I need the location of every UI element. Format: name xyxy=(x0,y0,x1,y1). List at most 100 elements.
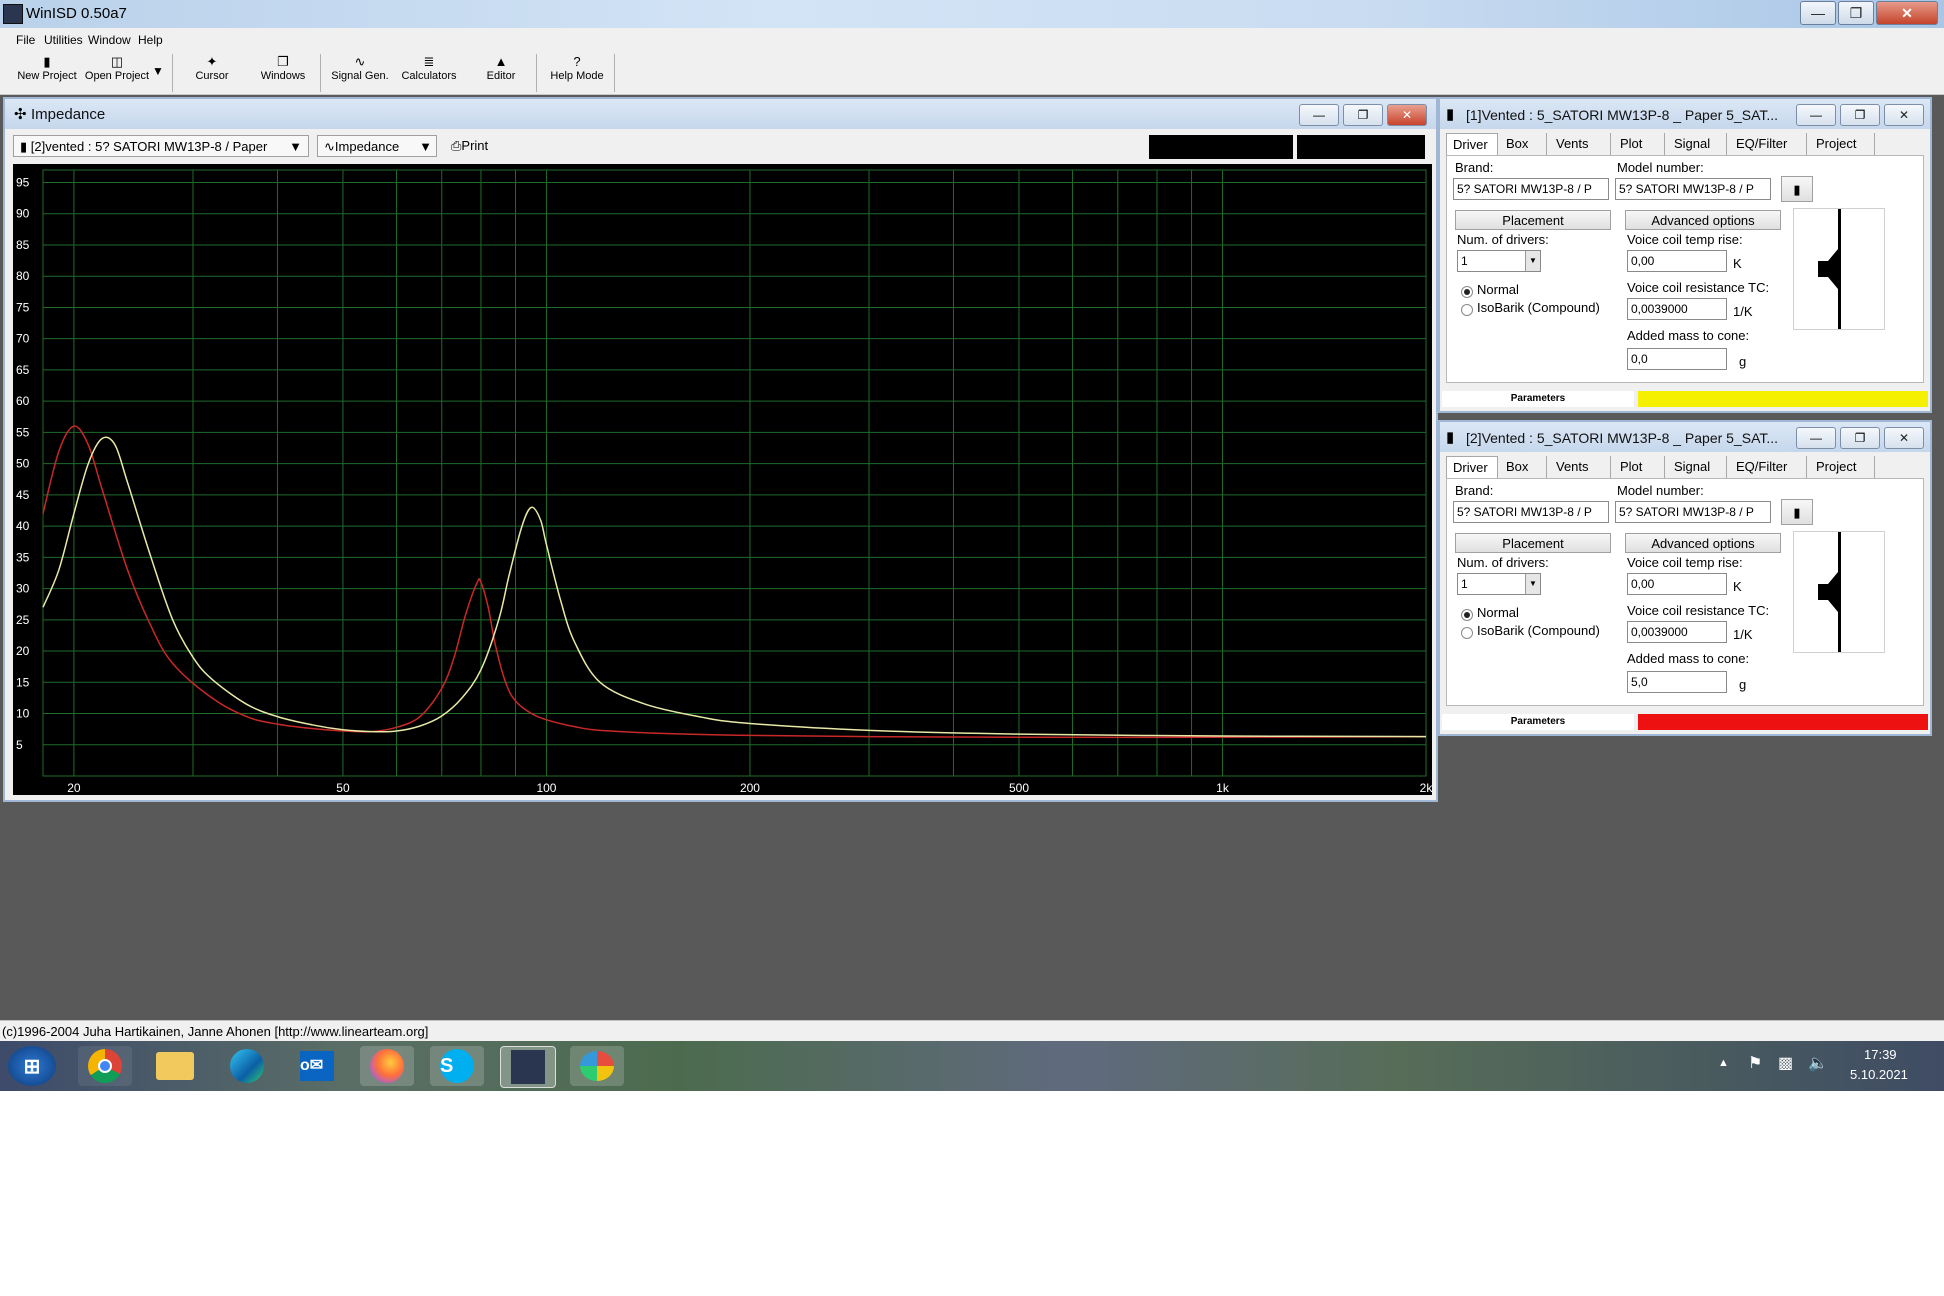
brand-label: Brand: xyxy=(1455,483,1494,498)
brand-field[interactable]: 5? SATORI MW13P-8 / P xyxy=(1453,178,1609,200)
driver-panel-1: ▮ [1]Vented : 5_SATORI MW13P-8 _ Paper 5_… xyxy=(1438,97,1932,413)
plot-toolbar: ▮ [2]vented : 5? SATORI MW13P-8 / Paper … xyxy=(11,133,1430,159)
tab-plot[interactable]: Plot xyxy=(1614,456,1665,478)
project-color-swatch[interactable] xyxy=(1638,391,1928,407)
vc-tc-label: Voice coil resistance TC: xyxy=(1627,280,1770,295)
vc-tc-unit: 1/K xyxy=(1733,304,1753,319)
project-select[interactable]: ▮ [2]vented : 5? SATORI MW13P-8 / Paper … xyxy=(13,135,309,157)
help-mode-button[interactable]: ? Help Mode xyxy=(544,54,610,92)
driver-editor-button[interactable]: ▮ xyxy=(1781,176,1813,202)
cursor-button[interactable]: ✦ Cursor xyxy=(186,54,238,92)
tab-vents[interactable]: Vents xyxy=(1550,133,1611,155)
vc-tc-unit: 1/K xyxy=(1733,627,1753,642)
panel-minimize-button[interactable]: — xyxy=(1796,104,1836,126)
menu-utilities[interactable]: Utilities xyxy=(44,33,83,47)
tab-box[interactable]: Box xyxy=(1500,133,1547,155)
file-explorer-taskbar-icon[interactable] xyxy=(148,1046,202,1086)
copyright-text: (c)1996-2004 Juha Hartikainen, Janne Aho… xyxy=(2,1024,429,1039)
minimize-button[interactable]: — xyxy=(1800,1,1836,25)
network-icon[interactable]: ▩ xyxy=(1778,1053,1793,1073)
cursor-readout-2 xyxy=(1297,135,1425,159)
vc-tc-field[interactable]: 0,0039000 xyxy=(1627,298,1727,320)
added-mass-field[interactable]: 5,0 xyxy=(1627,671,1727,693)
tab-project[interactable]: Project xyxy=(1810,456,1875,478)
clock-time[interactable]: 17:39 xyxy=(1864,1047,1897,1062)
impedance-minimize-button[interactable]: — xyxy=(1299,104,1339,126)
plot-type-select[interactable]: ∿Impedance ▼ xyxy=(317,135,437,157)
panel-restore-button[interactable]: ❐ xyxy=(1840,104,1880,126)
y-tick-label: 50 xyxy=(16,457,30,471)
isobarik-radio[interactable] xyxy=(1461,304,1473,316)
x-tick-label: 500 xyxy=(1009,781,1029,795)
menu-window[interactable]: Window xyxy=(88,33,131,47)
tab-vents[interactable]: Vents xyxy=(1550,456,1611,478)
skype-taskbar-icon[interactable]: S xyxy=(430,1046,484,1086)
model-field[interactable]: 5? SATORI MW13P-8 / P xyxy=(1615,178,1771,200)
windows-button[interactable]: ❐ Windows xyxy=(254,54,312,92)
panel-close-button[interactable]: ✕ xyxy=(1884,104,1924,126)
firefox-taskbar-icon[interactable] xyxy=(360,1046,414,1086)
clock-date[interactable]: 5.10.2021 xyxy=(1850,1067,1908,1082)
edge-taskbar-icon[interactable] xyxy=(220,1046,274,1086)
tab-eq-filter[interactable]: EQ/Filter xyxy=(1730,456,1807,478)
impedance-restore-button[interactable]: ❐ xyxy=(1343,104,1383,126)
signal-gen-button[interactable]: ∿ Signal Gen. xyxy=(328,54,392,92)
normal-radio[interactable] xyxy=(1461,609,1473,621)
impedance-chart[interactable]: 95 90 85 80 75 70 65 60 55 50 45 40 35 30 25 20 15 10 5 20 5… xyxy=(13,164,1433,795)
x-tick-label: 2k xyxy=(1420,781,1432,795)
num-drivers-select[interactable]: 1 ▼ xyxy=(1457,250,1541,272)
tab-project[interactable]: Project xyxy=(1810,133,1875,155)
menu-file[interactable]: File xyxy=(16,33,35,47)
panel-minimize-button[interactable]: — xyxy=(1796,427,1836,449)
editor-button[interactable]: ▲ Editor xyxy=(476,54,526,92)
app-title: WinISD 0.50a7 xyxy=(26,5,127,22)
close-button[interactable]: ✕ xyxy=(1876,1,1938,25)
menu-help[interactable]: Help xyxy=(138,33,163,47)
vc-tc-field[interactable]: 0,0039000 xyxy=(1627,621,1727,643)
num-drivers-select[interactable]: 1 ▼ xyxy=(1457,573,1541,595)
chevron-down-icon: ▼ xyxy=(289,139,302,154)
action-center-flag-icon[interactable]: ⚑ xyxy=(1748,1053,1762,1073)
show-hidden-icons-icon[interactable]: ▲ xyxy=(1718,1057,1729,1069)
added-mass-label: Added mass to cone: xyxy=(1627,328,1750,343)
plot-frame xyxy=(42,169,1427,777)
open-project-button[interactable]: ◫ Open Project xyxy=(82,54,152,92)
impedance-close-button[interactable]: ✕ xyxy=(1387,104,1427,126)
panel-close-button[interactable]: ✕ xyxy=(1884,427,1924,449)
paint-taskbar-icon[interactable] xyxy=(570,1046,624,1086)
start-button[interactable]: ⊞ xyxy=(8,1046,56,1086)
panel-restore-button[interactable]: ❐ xyxy=(1840,427,1880,449)
model-label: Model number: xyxy=(1617,160,1704,175)
outlook-taskbar-icon[interactable]: o✉ xyxy=(290,1046,344,1086)
normal-radio[interactable] xyxy=(1461,286,1473,298)
volume-icon[interactable]: 🔈 xyxy=(1808,1053,1828,1073)
normal-label: Normal xyxy=(1477,282,1519,297)
tab-signal[interactable]: Signal xyxy=(1668,133,1727,155)
isobarik-radio[interactable] xyxy=(1461,627,1473,639)
chrome-taskbar-icon[interactable] xyxy=(78,1046,132,1086)
impedance-window: ✣ Impedance — ❐ ✕ ▮ [2]vented : 5? SATOR… xyxy=(3,97,1438,802)
model-field[interactable]: 5? SATORI MW13P-8 / P xyxy=(1615,501,1771,523)
vc-temp-field[interactable]: 0,00 xyxy=(1627,250,1727,272)
tab-box[interactable]: Box xyxy=(1500,456,1547,478)
tab-signal[interactable]: Signal xyxy=(1668,456,1727,478)
tab-driver[interactable]: Driver xyxy=(1446,456,1498,479)
tab-driver[interactable]: Driver xyxy=(1446,133,1498,156)
y-tick-label: 55 xyxy=(16,425,30,439)
restore-button[interactable]: ❐ xyxy=(1838,1,1874,25)
tab-plot[interactable]: Plot xyxy=(1614,133,1665,155)
tab-eq-filter[interactable]: EQ/Filter xyxy=(1730,133,1807,155)
print-button[interactable]: ⎙Print xyxy=(445,135,511,157)
impedance-plot[interactable]: 95 90 85 80 75 70 65 60 55 50 45 40 35 30 25 20 15 10 5 20 5… xyxy=(13,164,1433,795)
added-mass-field[interactable]: 0,0 xyxy=(1627,348,1727,370)
impedance-curve-2 xyxy=(42,436,1427,738)
calculators-button[interactable]: ≣ Calculators xyxy=(398,54,460,92)
new-project-button[interactable]: ▮ New Project xyxy=(14,54,80,92)
calculator-icon: ≣ xyxy=(423,54,435,69)
project-color-swatch[interactable] xyxy=(1638,714,1928,730)
driver-editor-button[interactable]: ▮ xyxy=(1781,499,1813,525)
winisd-taskbar-icon[interactable] xyxy=(500,1046,556,1088)
brand-field[interactable]: 5? SATORI MW13P-8 / P xyxy=(1453,501,1609,523)
vc-temp-field[interactable]: 0,00 xyxy=(1627,573,1727,595)
speaker-icon: ▮ xyxy=(1446,429,1455,446)
